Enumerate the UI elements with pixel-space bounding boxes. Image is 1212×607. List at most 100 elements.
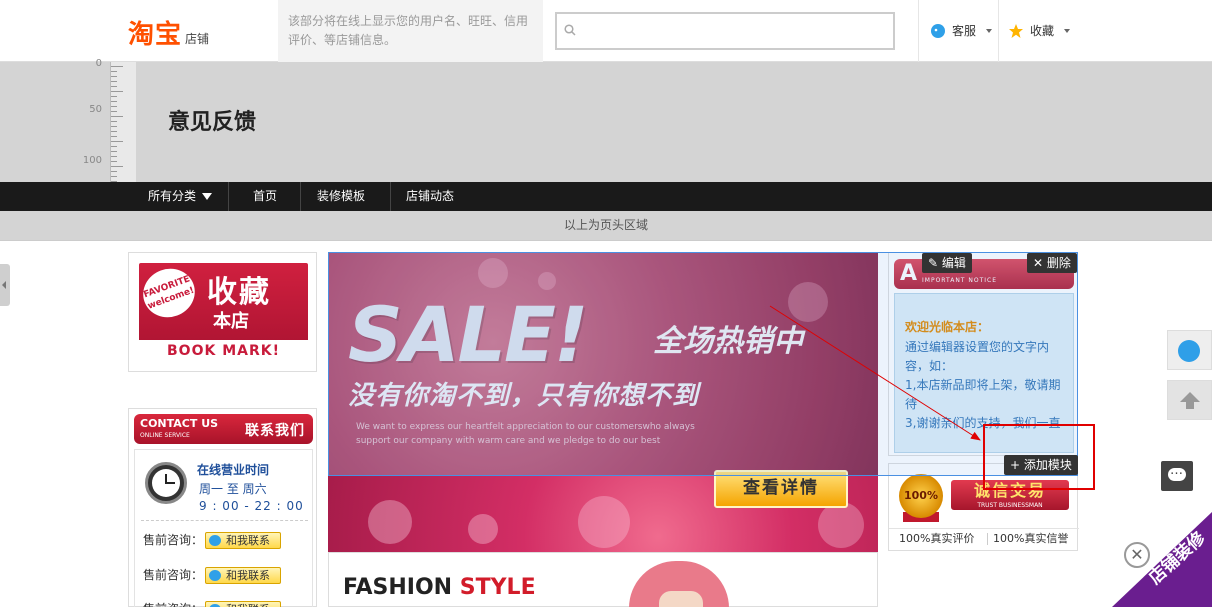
bookmark-module[interactable]: FAVORITE welcome! 收藏 本店 BOOK MARK! bbox=[128, 252, 317, 372]
search-input[interactable] bbox=[555, 12, 895, 50]
collapse-left-handle[interactable] bbox=[0, 264, 10, 306]
ruler-mark: 50 bbox=[89, 104, 102, 115]
star-icon bbox=[1009, 23, 1023, 38]
ruler-tick bbox=[111, 96, 117, 97]
shop-decor-corner[interactable]: ✕ 店铺装修 bbox=[1112, 512, 1212, 607]
business-days: 周一 至 周六 bbox=[199, 482, 267, 496]
bookmark-en: BOOK MARK! bbox=[139, 340, 308, 362]
ruler-tick bbox=[111, 161, 117, 162]
bokeh-decoration bbox=[468, 514, 498, 544]
ruler-tick bbox=[111, 106, 117, 107]
contact-me-button[interactable]: 和我联系 bbox=[205, 601, 281, 607]
ruler-tick bbox=[111, 81, 117, 82]
consult-label: 售前咨询： bbox=[143, 600, 203, 607]
bokeh-decoration bbox=[818, 502, 864, 548]
ruler-tick bbox=[111, 71, 117, 72]
trust-ribbon-en: TRUST BUSINESSMAN bbox=[977, 502, 1043, 509]
fashion-word1: FASHION bbox=[343, 575, 453, 600]
selected-module-frame bbox=[328, 252, 1078, 476]
business-hours-title: 在线营业时间 bbox=[197, 463, 270, 477]
fashion-word2: STYLE bbox=[459, 575, 536, 600]
fashion-module[interactable]: FASHION STYLE bbox=[328, 552, 878, 607]
nav-decor-template[interactable]: 装修模板 bbox=[305, 182, 377, 211]
ruler-tick bbox=[111, 141, 123, 142]
close-icon: ✕ bbox=[1033, 256, 1044, 270]
chat-bubble-button[interactable] bbox=[1161, 461, 1193, 491]
ruler-tick bbox=[111, 86, 117, 87]
contact-me-button[interactable]: 和我联系 bbox=[205, 567, 281, 584]
ruler-tick bbox=[111, 111, 117, 112]
logo-main-text: 淘宝 bbox=[128, 20, 183, 50]
favorite-label: 收藏 bbox=[1030, 24, 1055, 38]
trust-left-text: 100%真实评价 bbox=[899, 532, 975, 545]
chevron-down-icon bbox=[986, 28, 993, 33]
delete-module-button[interactable]: ✕ 删除 bbox=[1027, 253, 1077, 273]
contact-me-label: 和我联系 bbox=[226, 534, 270, 547]
topbar-divider bbox=[998, 0, 999, 62]
topbar-divider bbox=[918, 0, 919, 62]
close-icon[interactable]: ✕ bbox=[1124, 542, 1150, 568]
favorite-button[interactable]: 收藏 bbox=[1008, 22, 1071, 39]
ruler-tick bbox=[111, 166, 123, 167]
business-hours: 9 : 00 - 22 : 00 bbox=[199, 499, 304, 513]
trust-footer: 100%真实评价 100%真实信誉 bbox=[889, 528, 1079, 548]
clock-hand bbox=[166, 482, 175, 484]
wangwang-icon bbox=[931, 23, 945, 38]
ruler-tick bbox=[111, 126, 117, 127]
wangwang-icon bbox=[1178, 340, 1200, 362]
consult-label: 售前咨询： bbox=[143, 568, 204, 582]
ruler-tick bbox=[111, 136, 117, 137]
contact-me-button[interactable]: 和我联系 bbox=[205, 532, 281, 549]
edit-module-button[interactable]: ✎ 编辑 bbox=[922, 253, 972, 273]
contact-title-en-sub: ONLINE SERVICE bbox=[140, 432, 190, 439]
taobao-logo[interactable]: 淘宝 店铺 bbox=[128, 14, 209, 51]
ruler-tick bbox=[111, 116, 123, 117]
trust-seal-icon: 100% bbox=[899, 474, 943, 518]
nav-all-categories-label: 所有分类 bbox=[148, 189, 197, 203]
ruler-mark: 0 bbox=[95, 58, 102, 69]
triangle-down-icon bbox=[202, 193, 213, 200]
bokeh-decoration bbox=[578, 496, 630, 548]
contact-title-en: CONTACT US ONLINE SERVICE bbox=[140, 418, 218, 441]
fashion-title: FASHION STYLE bbox=[343, 575, 536, 600]
ruler-tick bbox=[111, 121, 117, 122]
back-to-top-button[interactable] bbox=[1167, 380, 1212, 420]
divider bbox=[141, 520, 308, 521]
ruler-tick bbox=[111, 101, 117, 102]
header-area-label: 以上为页头区域 bbox=[0, 211, 1212, 241]
delete-label: 删除 bbox=[1046, 256, 1071, 270]
nav-home[interactable]: 首页 bbox=[241, 182, 289, 211]
trust-right-text: 100%真实信誉 bbox=[993, 532, 1069, 545]
search-icon bbox=[564, 24, 576, 36]
wangwang-icon bbox=[209, 535, 221, 546]
bookmark-cn-sub: 本店 bbox=[213, 311, 249, 332]
ruler-tick bbox=[111, 171, 117, 172]
ruler-tick bbox=[111, 156, 117, 157]
contact-header: CONTACT US ONLINE SERVICE 联系我们 bbox=[134, 414, 313, 444]
contact-body: 在线营业时间 周一 至 周六 9 : 00 - 22 : 00 售前咨询： 和我… bbox=[134, 449, 313, 607]
ruler-tick bbox=[111, 66, 123, 67]
wangwang-icon bbox=[209, 570, 221, 581]
logo-sub-text: 店铺 bbox=[185, 32, 210, 46]
nav-divider bbox=[390, 182, 391, 211]
ruler-tick bbox=[111, 151, 117, 152]
edit-label: 编辑 bbox=[941, 256, 966, 270]
ruler-mark: 100 bbox=[82, 155, 102, 166]
ruler-tick bbox=[111, 91, 123, 92]
bookmark-cn-main: 收藏 bbox=[207, 275, 271, 310]
contact-module[interactable]: CONTACT US ONLINE SERVICE 联系我们 在线营业时间 周一 … bbox=[128, 408, 317, 607]
contact-me-label: 和我联系 bbox=[226, 569, 270, 582]
nav-all-categories[interactable]: 所有分类 bbox=[136, 182, 224, 211]
float-wangwang-button[interactable] bbox=[1167, 330, 1212, 370]
favorite-badge: FAVORITE welcome! bbox=[136, 261, 202, 325]
contact-title-en-text: CONTACT US bbox=[140, 417, 219, 430]
clock-icon bbox=[145, 462, 187, 504]
pencil-icon: ✎ bbox=[928, 256, 939, 270]
bookmark-banner: FAVORITE welcome! 收藏 本店 BOOK MARK! bbox=[136, 261, 308, 362]
chevron-down-icon bbox=[1064, 28, 1071, 33]
nav-shop-news[interactable]: 店铺动态 bbox=[394, 182, 466, 211]
contact-me-label: 和我联系 bbox=[226, 603, 270, 607]
nav-divider bbox=[228, 182, 229, 211]
shop-title[interactable]: 意见反馈 bbox=[168, 104, 256, 136]
customer-service-button[interactable]: 客服 bbox=[930, 22, 993, 39]
